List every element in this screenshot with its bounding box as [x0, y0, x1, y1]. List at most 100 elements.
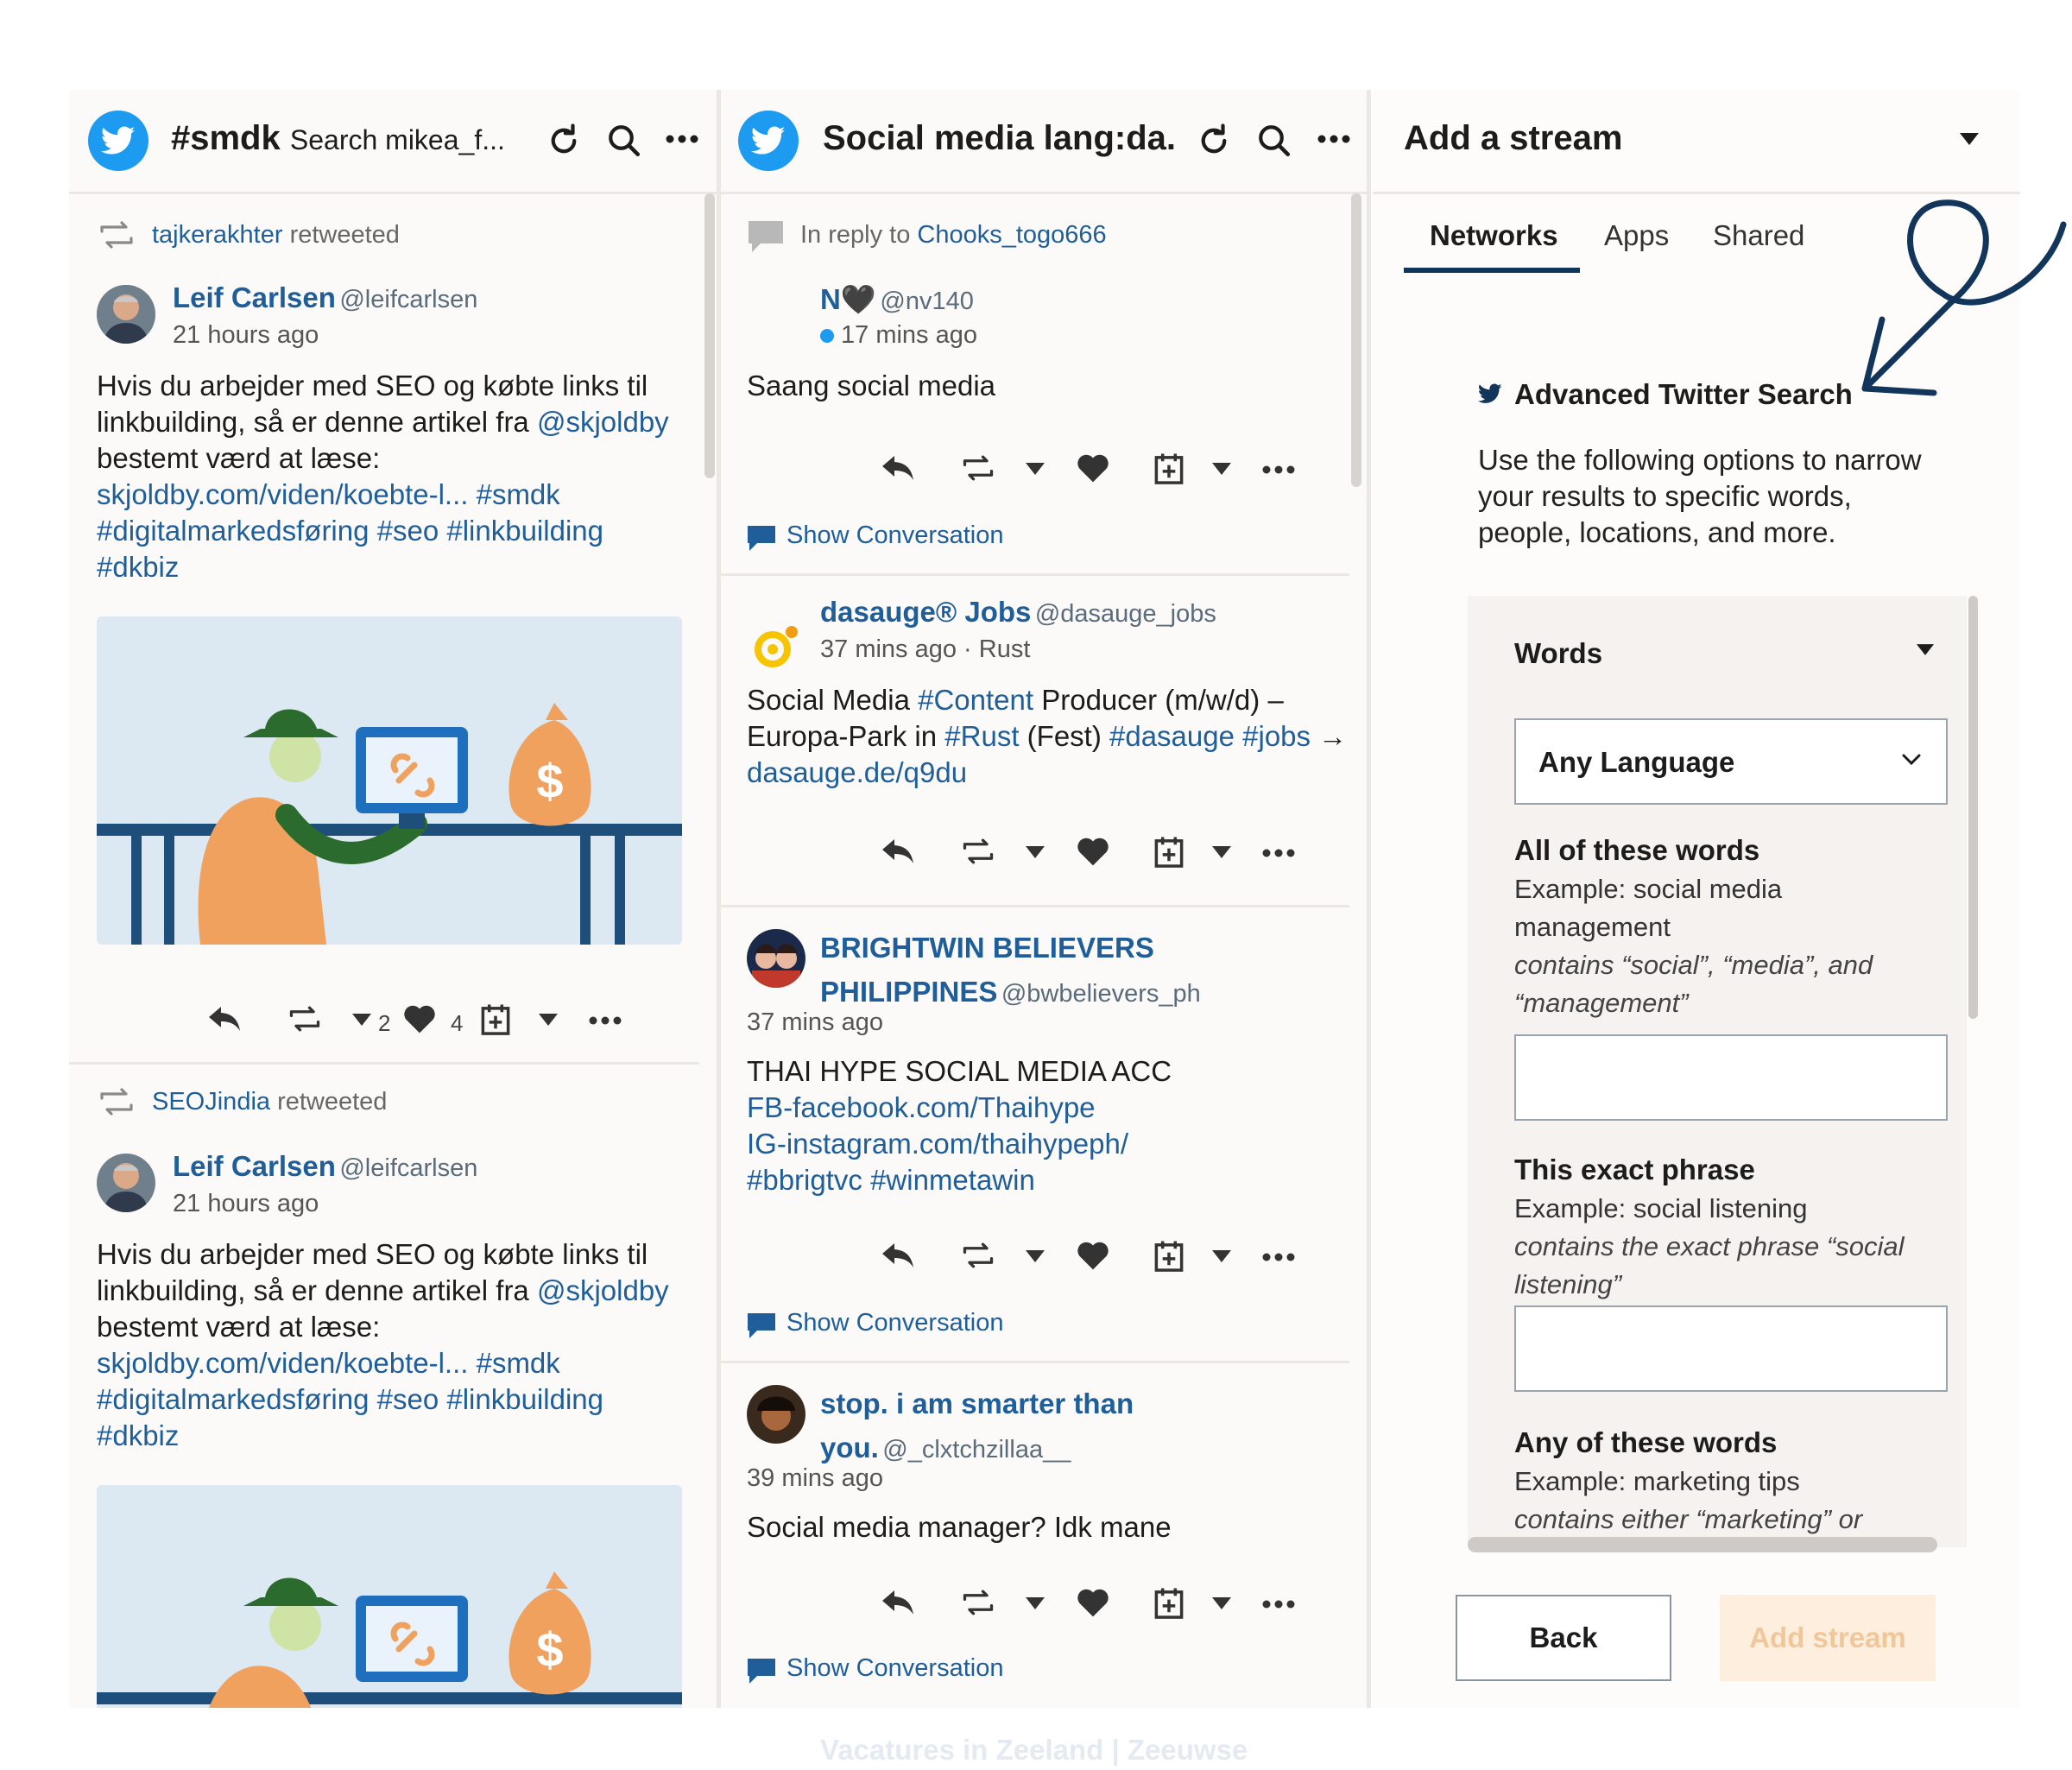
reply-icon[interactable]	[881, 836, 915, 867]
retweeter-name[interactable]: tajkerakhter	[152, 221, 283, 249]
language-select[interactable]: Any Language	[1514, 718, 1948, 805]
reply-icon[interactable]	[207, 1003, 242, 1034]
retweet-icon[interactable]	[287, 1003, 323, 1034]
panel-horizontal-scrollbar[interactable]	[1468, 1537, 1937, 1552]
post-link[interactable]: skjoldby.com/viden/koebte-l... #smdk	[97, 478, 560, 510]
author-name[interactable]: stop. i am smarter than	[820, 1388, 1134, 1419]
avatar[interactable]	[747, 929, 805, 988]
more-options-icon[interactable]	[1262, 848, 1295, 858]
hashtag-links[interactable]: #dasauge #jobs	[1109, 720, 1311, 752]
mention-link[interactable]: @skjoldby	[537, 1274, 669, 1306]
schedule-icon[interactable]	[1153, 452, 1184, 485]
exact-phrase-input[interactable]	[1514, 1305, 1948, 1392]
chevron-down-icon[interactable]	[352, 1014, 371, 1026]
post-image[interactable]: $	[97, 616, 682, 945]
post-link[interactable]: FB-facebook.com/Thaihype	[747, 1091, 1096, 1123]
schedule-icon[interactable]	[480, 1003, 511, 1036]
avatar[interactable]	[747, 1385, 805, 1444]
author-name[interactable]: BRIGHTWIN BELIEVERS	[820, 932, 1154, 964]
refresh-icon[interactable]	[1196, 123, 1232, 159]
chevron-down-icon[interactable]	[1026, 1597, 1045, 1609]
chevron-down-icon[interactable]	[1026, 846, 1045, 858]
schedule-icon[interactable]	[1153, 1240, 1184, 1273]
reply-icon[interactable]	[881, 452, 915, 484]
reply-to-link[interactable]: Chooks_togo666	[917, 221, 1106, 249]
chevron-down-icon[interactable]	[1960, 133, 1979, 145]
schedule-icon[interactable]	[1153, 836, 1184, 869]
more-options-icon[interactable]	[1262, 1599, 1295, 1609]
tab-networks[interactable]: Networks	[1430, 219, 1558, 252]
post-link[interactable]: skjoldby.com/viden/koebte-l... #smdk	[97, 1347, 560, 1379]
post-time[interactable]: 39 mins ago	[747, 1464, 883, 1493]
author-handle[interactable]: @nv140	[880, 288, 973, 315]
words-header[interactable]: Words	[1514, 637, 1602, 670]
author-handle[interactable]: @leifcarlsen	[339, 286, 477, 313]
avatar[interactable]	[97, 285, 155, 344]
post-time[interactable]: 21 hours ago	[173, 321, 319, 350]
schedule-icon[interactable]	[1153, 1587, 1184, 1620]
more-options-icon[interactable]	[1262, 1252, 1295, 1262]
chevron-down-icon[interactable]	[539, 1014, 558, 1026]
hashtag-links[interactable]: #bbrigtvc #winmetawin	[747, 1164, 1035, 1196]
tab-shared[interactable]: Shared	[1713, 219, 1804, 252]
more-options-icon[interactable]	[589, 1015, 622, 1026]
author-name[interactable]: N🖤	[820, 283, 876, 315]
column-scrollbar[interactable]	[1351, 193, 1361, 487]
author-handle[interactable]: @_clxtchzillaa__	[882, 1436, 1071, 1463]
like-icon[interactable]	[1076, 1587, 1110, 1618]
post-link[interactable]: IG-instagram.com/thaihypeph/	[747, 1128, 1128, 1160]
author-name[interactable]: Leif Carlsen	[173, 1150, 336, 1182]
avatar[interactable]	[97, 1154, 155, 1212]
retweet-icon[interactable]	[960, 1240, 996, 1271]
hashtag-link[interactable]: #dkbiz	[97, 1419, 179, 1451]
tab-apps[interactable]: Apps	[1604, 219, 1669, 252]
author-name[interactable]: Leif Carlsen	[173, 281, 336, 313]
add-stream-button[interactable]: Add stream	[1720, 1595, 1936, 1681]
author-name[interactable]: dasauge® Jobs	[820, 596, 1031, 628]
chevron-down-icon[interactable]	[1212, 463, 1231, 475]
retweet-icon[interactable]	[960, 452, 996, 484]
back-button[interactable]: Back	[1456, 1595, 1671, 1681]
panel-vertical-scrollbar[interactable]	[1968, 596, 1978, 1019]
hashtag-link[interactable]: #dkbiz	[97, 551, 179, 583]
like-icon[interactable]	[1076, 1240, 1110, 1271]
post-time[interactable]: 17 mins ago	[841, 321, 977, 349]
author-handle[interactable]: @leifcarlsen	[339, 1154, 477, 1182]
mention-link[interactable]: @skjoldby	[537, 406, 669, 438]
hashtag-link[interactable]: #Rust	[944, 720, 1019, 752]
like-icon[interactable]	[1076, 452, 1110, 484]
hashtag-link[interactable]: #Content	[918, 684, 1033, 716]
post-time[interactable]: 21 hours ago	[173, 1190, 319, 1218]
post-link[interactable]: dasauge.de/q9du	[747, 756, 967, 788]
like-icon[interactable]	[1076, 836, 1110, 867]
refresh-icon[interactable]	[546, 123, 582, 159]
all-words-input[interactable]	[1514, 1034, 1948, 1121]
like-icon[interactable]	[402, 1003, 437, 1034]
post-image[interactable]: $	[97, 1485, 682, 1708]
reply-icon[interactable]	[881, 1587, 915, 1618]
author-handle[interactable]: @bwbelievers_ph	[1001, 980, 1201, 1008]
more-options-icon[interactable]	[1262, 465, 1295, 475]
chevron-down-icon[interactable]	[1026, 463, 1045, 475]
chevron-down-icon[interactable]	[1026, 1250, 1045, 1262]
chevron-down-icon[interactable]	[1917, 644, 1934, 655]
search-icon[interactable]	[1256, 123, 1292, 159]
hashtag-links[interactable]: #digitalmarkedsføring #seo #linkbuilding	[97, 515, 603, 547]
post-time[interactable]: 37 mins ago	[747, 1008, 883, 1037]
chevron-down-icon[interactable]	[1212, 1250, 1231, 1262]
hashtag-links[interactable]: #digitalmarkedsføring #seo #linkbuilding	[97, 1383, 603, 1415]
retweeter-name[interactable]: SEOJindia	[152, 1088, 270, 1116]
column-scrollbar[interactable]	[704, 193, 715, 478]
chevron-down-icon[interactable]	[1212, 846, 1231, 858]
more-options-icon[interactable]	[665, 133, 699, 145]
reply-icon[interactable]	[881, 1240, 915, 1271]
avatar[interactable]	[747, 616, 805, 675]
author-handle[interactable]: @dasauge_jobs	[1035, 600, 1216, 628]
chevron-down-icon[interactable]	[1212, 1597, 1231, 1609]
retweet-icon[interactable]	[960, 1587, 996, 1618]
retweet-icon[interactable]	[960, 836, 996, 867]
stream-header: #smdk Search mikea_f...	[69, 90, 717, 194]
search-icon[interactable]	[606, 123, 642, 159]
more-options-icon[interactable]	[1317, 133, 1351, 145]
post-time[interactable]: 37 mins ago · Rust	[820, 635, 1030, 664]
